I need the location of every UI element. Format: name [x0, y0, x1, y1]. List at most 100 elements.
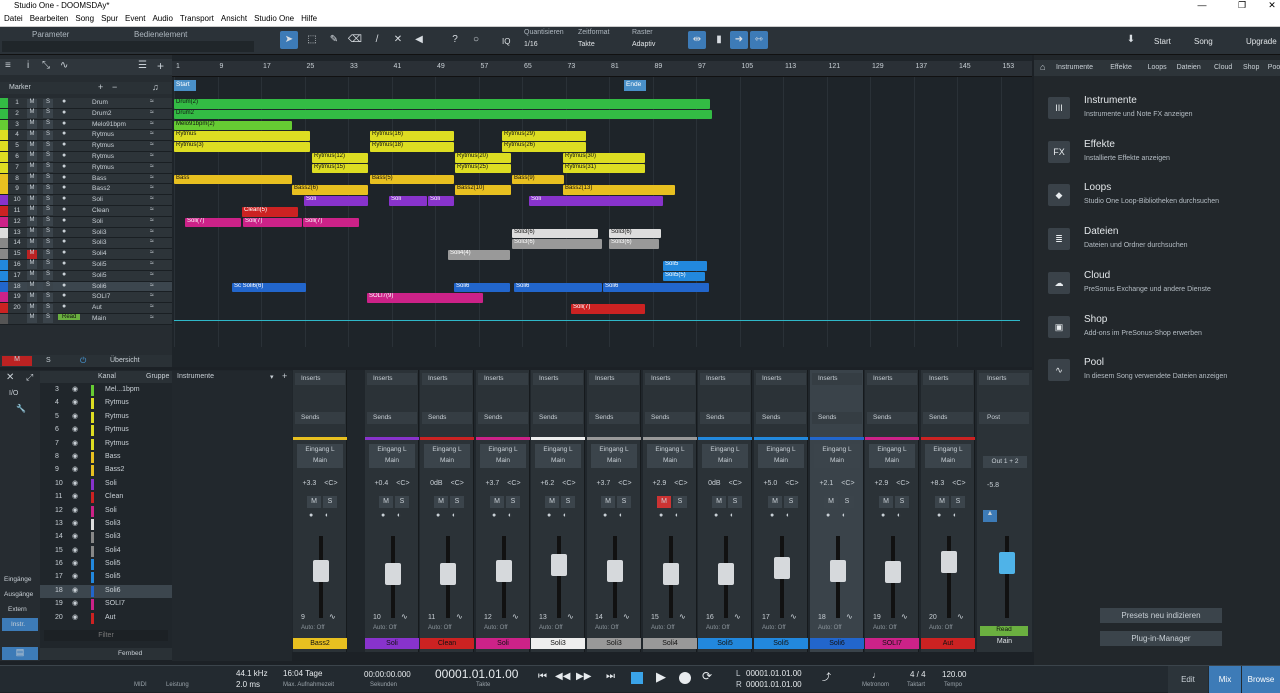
- mute-button[interactable]: M: [27, 98, 37, 108]
- solo-button[interactable]: S: [43, 238, 53, 248]
- quantize-select[interactable]: 1/16: [524, 41, 538, 48]
- track-row[interactable]: 8 M S ● Bass ≈: [0, 173, 172, 185]
- record-arm-icon[interactable]: ◐: [786, 512, 790, 519]
- solo-button[interactable]: S: [617, 496, 631, 508]
- solo-button[interactable]: S: [323, 496, 337, 508]
- automation-mode[interactable]: Auto: Off: [373, 625, 397, 631]
- track-row[interactable]: 19 M S ● SOLI7 ≈: [0, 292, 172, 304]
- pan-control[interactable]: +0.4 <C>: [365, 480, 419, 487]
- sends-button[interactable]: Sends: [367, 412, 417, 424]
- monitor-icon[interactable]: ●: [547, 512, 551, 519]
- io-routing[interactable]: Eingang L Main: [814, 444, 860, 468]
- close-mixer-icon[interactable]: ✕: [6, 372, 14, 383]
- song-button[interactable]: Song: [1194, 37, 1213, 46]
- automation-icon[interactable]: ∿: [60, 60, 68, 71]
- mute-button[interactable]: M: [27, 206, 37, 216]
- inserts-button[interactable]: Inserts: [812, 373, 862, 385]
- monitor-icon[interactable]: ●: [826, 512, 830, 519]
- clip[interactable]: Soli: [304, 196, 368, 206]
- menu-item[interactable]: Event: [121, 12, 148, 23]
- parameter-field[interactable]: [2, 41, 254, 52]
- sends-button[interactable]: Sends: [478, 412, 528, 424]
- browser-item-pool[interactable]: ∿ Pool In diesem Song verwendete Dateien a…: [1048, 357, 1274, 397]
- sends-button[interactable]: Sends: [700, 412, 750, 424]
- io-routing[interactable]: Eingang L Main: [424, 444, 470, 468]
- solo-button[interactable]: S: [784, 496, 798, 508]
- record-arm-icon[interactable]: ◐: [842, 512, 846, 519]
- track-row[interactable]: 13 M S ● Soli3 ≈: [0, 227, 172, 239]
- solo-button[interactable]: S: [43, 174, 53, 184]
- track-row[interactable]: 1 M S ● Drum ≈: [0, 98, 172, 109]
- timeformat-select[interactable]: Takte: [578, 41, 595, 48]
- clip[interactable]: Soli(7): [303, 217, 359, 228]
- mute-button[interactable]: M: [434, 496, 448, 508]
- monitor-icon[interactable]: ●: [881, 512, 885, 519]
- main-fader-knob[interactable]: [999, 552, 1015, 574]
- browser-item-dateien[interactable]: ≣ Dateien Dateien und Ordner durchsuchen: [1048, 226, 1274, 266]
- home-icon[interactable]: ⌂: [1040, 62, 1045, 72]
- mute-button[interactable]: M: [27, 217, 37, 227]
- record-arm-icon[interactable]: ◐: [508, 512, 512, 519]
- solo-button[interactable]: S: [43, 282, 53, 292]
- stop-icon[interactable]: [631, 672, 643, 684]
- solo-button[interactable]: S: [43, 314, 53, 324]
- clip[interactable]: Melo91bpm(2): [174, 120, 292, 131]
- timeline-ruler[interactable]: 1 9 17 25 33 41 49 57 65 73 81 89 97 105 113 121 129 137 1…: [172, 61, 1032, 77]
- io-routing[interactable]: Eingang L Main: [702, 444, 748, 468]
- browser-item-loops[interactable]: ◆ Loops Studio One Loop-Bibliotheken durch…: [1048, 182, 1274, 222]
- mute-button[interactable]: M: [27, 152, 37, 162]
- right-locator[interactable]: 00001.01.01.00: [746, 680, 802, 689]
- paint-icon[interactable]: /: [368, 31, 386, 49]
- minimize-icon[interactable]: —: [1192, 0, 1212, 10]
- solo-button[interactable]: S: [43, 217, 53, 227]
- inputs-tab[interactable]: Eingänge: [4, 576, 31, 583]
- mute-button[interactable]: M: [768, 496, 782, 508]
- rewind-icon[interactable]: ◀◀: [555, 671, 570, 682]
- eye-icon[interactable]: ◉: [72, 452, 78, 460]
- inserts-button[interactable]: Inserts: [756, 373, 806, 385]
- monitor-icon[interactable]: ●: [937, 512, 941, 519]
- pan-control[interactable]: +2.1 <C>: [810, 480, 864, 487]
- sends-button[interactable]: Sends: [645, 412, 695, 424]
- snap-mode-icon[interactable]: ▮: [710, 31, 728, 49]
- record-arm-icon[interactable]: ◐: [397, 512, 401, 519]
- eraser-icon[interactable]: ⌫: [346, 31, 364, 49]
- solo-button[interactable]: S: [895, 496, 909, 508]
- eye-icon[interactable]: ◉: [72, 613, 78, 621]
- upgrade-button[interactable]: Upgrade: [1246, 37, 1277, 46]
- clip[interactable]: Soli4(4): [448, 250, 510, 260]
- eye-icon[interactable]: ◉: [72, 465, 78, 473]
- browser-item-cloud[interactable]: ☁ Cloud PreSonus Exchange und andere Diens…: [1048, 270, 1274, 310]
- clip[interactable]: Rytmus(29): [502, 131, 586, 141]
- play-icon[interactable]: ▶: [656, 669, 666, 685]
- menu-item[interactable]: Song: [71, 12, 97, 23]
- channel-row[interactable]: 14 ◉ Soli3: [40, 531, 172, 544]
- record-arm-icon[interactable]: ●: [62, 152, 66, 159]
- solo-button[interactable]: S: [43, 206, 53, 216]
- record-arm-icon[interactable]: ◐: [325, 512, 329, 519]
- monitor-icon[interactable]: ●: [436, 512, 440, 519]
- solo-button[interactable]: S: [43, 184, 53, 194]
- mute-button[interactable]: M: [657, 496, 671, 508]
- mute-button[interactable]: M: [27, 260, 37, 270]
- browser-tab-effekte[interactable]: Effekte: [1110, 64, 1132, 71]
- inserts-button[interactable]: Inserts: [422, 373, 472, 385]
- automation-mode[interactable]: Auto: Off: [595, 625, 619, 631]
- forward-end-icon[interactable]: ⏭: [606, 671, 615, 682]
- mute-button[interactable]: M: [27, 109, 37, 119]
- monitor-icon[interactable]: ●: [381, 512, 385, 519]
- eye-icon[interactable]: ◉: [72, 532, 78, 540]
- clip[interactable]: Rytmus(12): [312, 153, 368, 163]
- automation-mode[interactable]: Auto: Off: [484, 625, 508, 631]
- mute-button[interactable]: M: [545, 496, 559, 508]
- outputs-tab[interactable]: Ausgänge: [4, 591, 33, 598]
- main-read-button[interactable]: Read: [980, 626, 1028, 636]
- clip[interactable]: Bass2(10): [455, 185, 511, 195]
- clip[interactable]: SOLI7(9): [367, 293, 483, 303]
- clip[interactable]: Soli6: [514, 282, 602, 293]
- inserts-button[interactable]: Inserts: [367, 373, 417, 385]
- track-row[interactable]: 15 M S ● Soli4 ≈: [0, 249, 172, 260]
- metronome-icon[interactable]: ♩: [872, 670, 881, 680]
- track-row[interactable]: 5 M S ● Rytmus ≈: [0, 141, 172, 152]
- clip[interactable]: Rytmus(16): [370, 131, 454, 141]
